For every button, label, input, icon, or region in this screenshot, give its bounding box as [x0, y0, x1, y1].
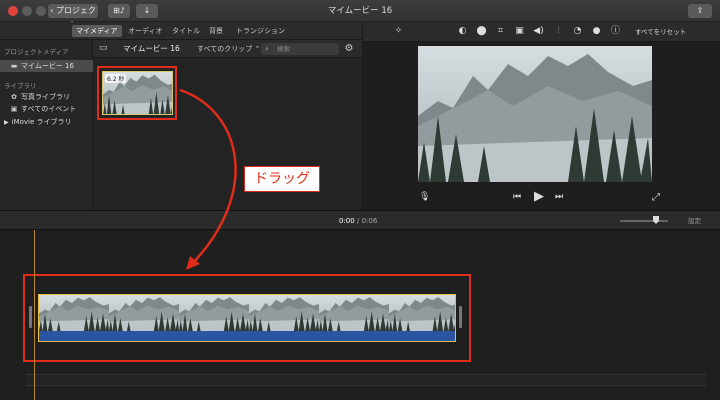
sidebar-item-label: すべてのイベント — [21, 105, 77, 113]
libraries-header: ライブラリ — [4, 82, 37, 90]
media-tab-bar: マイメディア オーディオ タイトル 背景 トランジション — [0, 22, 362, 40]
current-time: 0:00 — [339, 217, 355, 225]
volume-icon[interactable]: ◀) — [533, 26, 544, 37]
browser-toolbar: ▭ マイムービー 16 すべてのクリップ ⌃ ⌕ 検索 ⚙ — [93, 40, 362, 58]
search-icon: ⌕ — [265, 45, 269, 53]
drag-annotation-label: ドラッグ — [244, 166, 320, 192]
sidebar-item-label: マイムービー 16 — [21, 62, 74, 70]
tab-backgrounds[interactable]: 背景 — [205, 25, 227, 37]
tab-audio[interactable]: オーディオ — [124, 25, 167, 37]
tab-titles[interactable]: タイトル — [168, 25, 204, 37]
timeline-header: 0:00 / 0:06 設定 — [0, 210, 720, 230]
sidebar-item-imovie-library[interactable]: ▶ iMovie ライブラリ — [4, 116, 72, 128]
clapper-icon: ▬ — [10, 62, 18, 70]
sidebar-item-all-events[interactable]: ▣ すべてのイベント — [10, 103, 77, 115]
color-balance-icon[interactable]: ◐ — [457, 26, 468, 37]
search-placeholder: 検索 — [277, 45, 290, 53]
title-bar: ‹ プロジェクト ⊞♪ ↓ マイムービー 16 ⇪ — [0, 0, 720, 29]
browser-title: マイムービー 16 — [123, 44, 180, 53]
fullscreen-icon[interactable]: ⤢ — [652, 192, 660, 203]
timecode: 0:00 / 0:06 — [339, 211, 377, 231]
timeline-settings-button[interactable]: 設定 — [688, 211, 701, 231]
tab-transitions[interactable]: トランジション — [232, 25, 289, 37]
stabilization-icon[interactable]: ▣ — [514, 26, 525, 37]
sidebar-item-label: 写真ライブラリ — [21, 93, 70, 101]
media-browser: ▭ マイムービー 16 すべてのクリップ ⌃ ⌕ 検索 ⚙ 6.2 秒 — [93, 40, 362, 210]
viewer-toolbar: ✧ ◐ ⬤ ⌗ ▣ ◀) ⫶ ◔ ● ⓘ すべてをリセット — [362, 22, 720, 42]
play-icon[interactable]: ▶ — [534, 189, 544, 204]
search-input[interactable]: ⌕ 検索 — [261, 43, 339, 55]
preview-viewer: 🎙 ⏮ ▶ ⏭ ⤢ — [362, 42, 720, 210]
highlighted-timeline-frame — [23, 274, 471, 362]
tab-my-media[interactable]: マイメディア — [72, 25, 122, 37]
project-media-header: プロジェクトメディア — [4, 48, 69, 56]
sidebar-item-label: iMovie ライブラリ — [11, 118, 72, 126]
events-icon: ▣ — [10, 105, 18, 113]
disclosure-triangle-icon[interactable]: ▶ — [4, 119, 9, 126]
clip-filter-dropdown[interactable]: すべてのクリップ ⌃ — [197, 40, 260, 58]
speed-icon[interactable]: ◔ — [572, 26, 583, 37]
preview-image — [418, 46, 652, 182]
clip-thumbnail[interactable]: 6.2 秒 — [102, 71, 173, 115]
sidebar-toggle-icon[interactable]: ▭ — [99, 43, 109, 53]
clip-filter-icon[interactable]: ● — [591, 26, 602, 37]
crop-icon[interactable]: ⌗ — [495, 26, 506, 37]
playhead[interactable] — [34, 230, 35, 400]
zoom-slider-handle[interactable] — [653, 216, 659, 224]
left-trim-handle[interactable] — [29, 306, 32, 328]
share-button[interactable]: ⇪ — [688, 4, 712, 18]
clip-duration: 6.2 秒 — [105, 74, 127, 83]
timeline-clip[interactable] — [38, 294, 456, 342]
clip-filmstrip — [39, 295, 455, 331]
time-separator: / — [356, 217, 360, 225]
magic-wand-icon[interactable]: ✧ — [393, 26, 404, 37]
timeline[interactable] — [0, 230, 720, 400]
reset-all-button[interactable]: すべてをリセット — [635, 22, 686, 42]
window-title: マイムービー 16 — [327, 6, 393, 16]
preview-frame — [418, 46, 652, 182]
background-music-track[interactable] — [26, 374, 706, 386]
right-trim-handle[interactable] — [459, 306, 462, 328]
total-time: 0:06 — [361, 217, 378, 225]
sidebar-item-photo-library[interactable]: ✿ 写真ライブラリ — [10, 91, 70, 103]
gear-icon[interactable]: ⚙ — [343, 43, 355, 55]
skip-back-icon[interactable]: ⏮ — [513, 192, 521, 202]
audio-waveform-bar — [39, 331, 455, 341]
color-correction-icon[interactable]: ⬤ — [476, 26, 487, 37]
sidebar-item-project[interactable]: ▬ マイムービー 16 — [0, 60, 93, 72]
info-icon[interactable]: ⓘ — [610, 26, 621, 37]
zoom-slider-track[interactable] — [620, 220, 668, 222]
library-sidebar: プロジェクトメディア ▬ マイムービー 16 ライブラリ ✿ 写真ライブラリ ▣ すべ… — [0, 40, 93, 210]
noise-reduction-icon[interactable]: ⫶ — [553, 26, 564, 37]
highlighted-clip-frame: 6.2 秒 — [97, 66, 177, 120]
photos-icon: ✿ — [11, 93, 17, 101]
skip-forward-icon[interactable]: ⏭ — [555, 192, 563, 202]
voiceover-mic-icon[interactable]: 🎙 — [419, 192, 430, 202]
